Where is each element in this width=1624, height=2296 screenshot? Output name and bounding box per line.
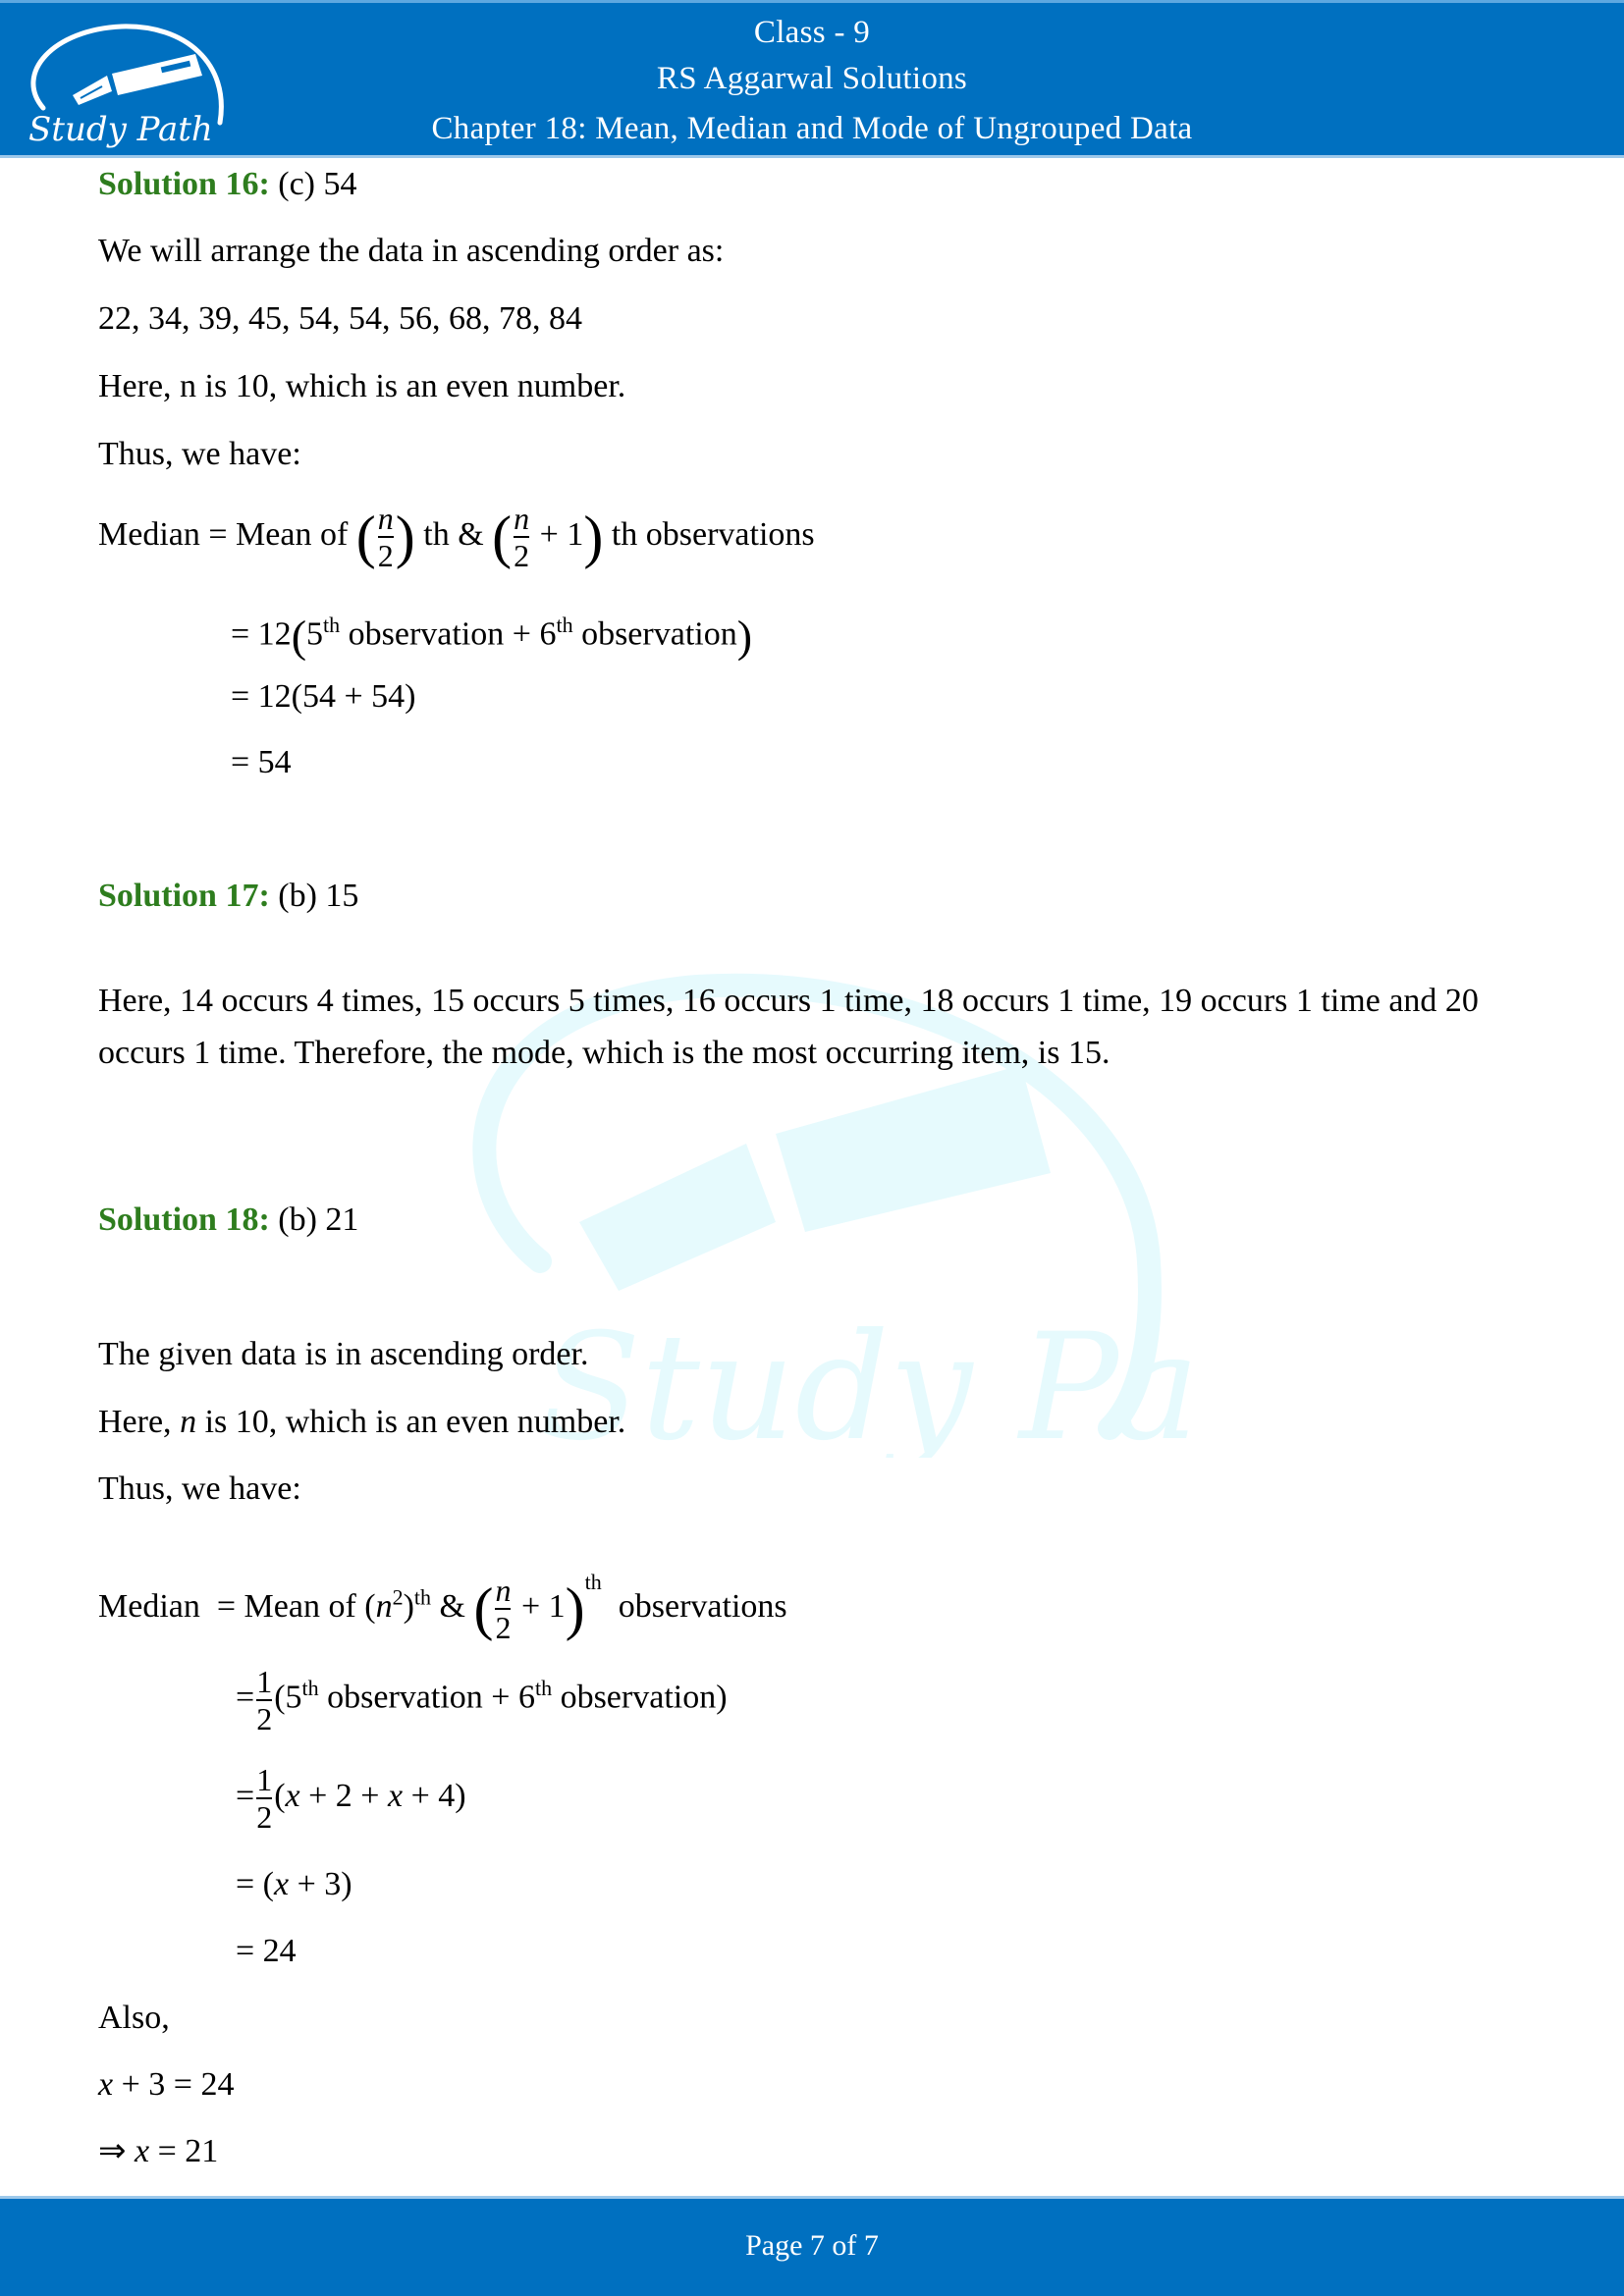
s16-step-1: = 12(5th observation + 6th observation): [231, 611, 753, 662]
s18-step-1: = 1 2 (5th observation + 6th observation): [236, 1663, 728, 1736]
solution-answer: (b) 15: [278, 878, 359, 914]
s16-intro: We will arrange the data in ascending or…: [98, 233, 725, 269]
s18-n-line: Here, n is 10, which is an even number.: [98, 1404, 626, 1440]
solution-18-heading: Solution 18: (b) 21: [98, 1201, 358, 1240]
solution-label: Solution 17:: [98, 878, 270, 914]
fraction: n2: [377, 501, 394, 574]
class-title: Class - 9: [753, 15, 871, 50]
s16-thus: Thus, we have:: [98, 436, 301, 472]
s18-step-3: = (x + 3): [236, 1866, 352, 1902]
svg-text:Study Path: Study Path: [540, 1303, 1208, 1458]
solution-answer: (c) 54: [278, 166, 357, 202]
s18-step-2: = 1 2 (x + 2 + x + 4): [236, 1762, 466, 1836]
solution-label: Solution 18:: [98, 1201, 270, 1238]
s18-thus: Thus, we have:: [98, 1470, 301, 1507]
s18-step-4: = 24: [236, 1933, 297, 1969]
solution-answer: (b) 21: [278, 1201, 359, 1238]
fraction: 12: [256, 1663, 273, 1736]
s16-step-3: = 54: [231, 744, 292, 780]
s16-data: 22, 34, 39, 45, 54, 54, 56, 68, 78, 84: [98, 300, 582, 337]
s18-intro: The given data is in ascending order.: [98, 1336, 589, 1372]
s18-also: Also,: [98, 2000, 170, 2036]
s17-body: Here, 14 occurs 4 times, 15 occurs 5 tim…: [98, 983, 1479, 1071]
solution-16-heading: Solution 16: (c) 54: [98, 165, 357, 204]
fraction: n2: [495, 1573, 512, 1646]
s16-n-line: Here, n is 10, which is an even number.: [98, 368, 626, 404]
page-number: Page 7 of 7: [745, 2229, 879, 2262]
chapter-title: Chapter 18: Mean, Median and Mode of Ung…: [431, 111, 1193, 146]
fraction: n2: [514, 501, 530, 574]
s18-equation-2: ⇒ x = 21: [98, 2133, 219, 2169]
fraction: 12: [256, 1762, 273, 1836]
s16-step-2: = 12(54 + 54): [231, 678, 416, 715]
s18-equation-1: x + 3 = 24: [98, 2066, 235, 2103]
page-footer: Page 7 of 7: [0, 2196, 1624, 2296]
solution-label: Solution 16:: [98, 166, 270, 202]
book-title: RS Aggarwal Solutions: [656, 61, 968, 96]
s18-median-formula: Median = Mean of (n2)th & (n 2 + 1)th obs…: [98, 1570, 787, 1646]
page-header: Study Path Class - 9 RS Aggarwal Solutio…: [0, 0, 1624, 158]
solution-17-heading: Solution 17: (b) 15: [98, 877, 358, 916]
s16-median-formula: Median = Mean of (n 2) th & (n 2 + 1) th o…: [98, 501, 815, 574]
